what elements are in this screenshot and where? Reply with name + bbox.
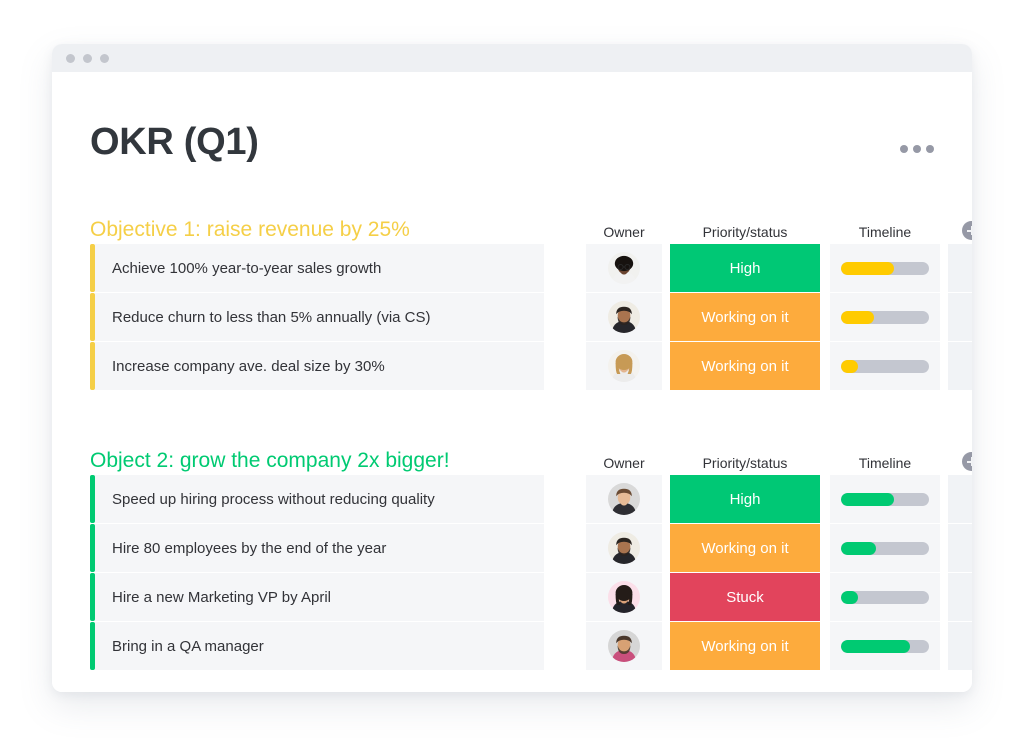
row-owner-cell[interactable]	[586, 622, 662, 670]
group-title[interactable]: Object 2: grow the company 2x bigger!	[90, 449, 450, 473]
timeline-progress-fill	[841, 541, 877, 555]
column-header-status[interactable]: Priority/status	[670, 455, 820, 471]
row-task-name[interactable]: Reduce churn to less than 5% annually (v…	[95, 293, 544, 341]
row-owner-cell[interactable]	[586, 475, 662, 523]
timeline-progress-fill	[841, 492, 894, 506]
row-task-name[interactable]: Speed up hiring process without reducing…	[95, 475, 544, 523]
kebab-dot	[900, 145, 908, 153]
row-timeline-cell[interactable]	[830, 244, 940, 292]
timeline-progress-fill	[841, 261, 894, 275]
row-timeline-cell[interactable]	[830, 293, 940, 341]
group-2: Object 2: grow the company 2x bigger! Own…	[90, 441, 972, 671]
row-owner-cell[interactable]	[586, 524, 662, 572]
row-task-name[interactable]: Achieve 100% year-to-year sales growth	[95, 244, 544, 292]
kebab-menu-icon[interactable]	[900, 145, 934, 153]
add-column-icon[interactable]	[962, 221, 972, 240]
column-header-owner[interactable]: Owner	[586, 455, 662, 471]
row-timeline-cell[interactable]	[830, 524, 940, 572]
row-timeline-cell[interactable]	[830, 622, 940, 670]
row-task-name[interactable]: Bring in a QA manager	[95, 622, 544, 670]
timeline-progress-track[interactable]	[841, 541, 929, 555]
avatar[interactable]	[608, 581, 640, 613]
timeline-progress-track[interactable]	[841, 590, 929, 604]
table-row[interactable]: Hire a new Marketing VP by April Stuck	[90, 573, 972, 621]
avatar[interactable]	[608, 350, 640, 382]
timeline-progress-fill	[841, 359, 858, 373]
window-chrome-bar	[52, 44, 972, 72]
row-empty-cell[interactable]	[948, 524, 972, 572]
avatar[interactable]	[608, 630, 640, 662]
row-empty-cell[interactable]	[948, 573, 972, 621]
timeline-progress-fill	[841, 310, 875, 324]
table-row[interactable]: Achieve 100% year-to-year sales growth Hi…	[90, 244, 972, 292]
timeline-progress-track[interactable]	[841, 261, 929, 275]
timeline-progress-fill	[841, 639, 910, 653]
table-row[interactable]: Reduce churn to less than 5% annually (v…	[90, 293, 972, 341]
row-empty-cell[interactable]	[948, 342, 972, 390]
column-header-timeline[interactable]: Timeline	[830, 455, 940, 471]
window-dot-close[interactable]	[66, 53, 75, 63]
avatar[interactable]	[608, 532, 640, 564]
timeline-progress-track[interactable]	[841, 359, 929, 373]
column-header-status[interactable]: Priority/status	[670, 224, 820, 240]
row-owner-cell[interactable]	[586, 293, 662, 341]
timeline-progress-track[interactable]	[841, 639, 929, 653]
kebab-dot	[913, 145, 921, 153]
timeline-progress-track[interactable]	[841, 310, 929, 324]
status-badge[interactable]: Working on it	[670, 342, 820, 390]
row-owner-cell[interactable]	[586, 244, 662, 292]
avatar[interactable]	[608, 483, 640, 515]
board-body: OKR (Q1) Objective 1: raise revenue by 2…	[52, 72, 972, 692]
add-column-icon[interactable]	[962, 452, 972, 471]
group-title[interactable]: Objective 1: raise revenue by 25%	[90, 218, 410, 242]
row-owner-cell[interactable]	[586, 573, 662, 621]
row-empty-cell[interactable]	[948, 244, 972, 292]
row-timeline-cell[interactable]	[830, 342, 940, 390]
row-empty-cell[interactable]	[948, 622, 972, 670]
table-row[interactable]: Increase company ave. deal size by 30% Wo…	[90, 342, 972, 390]
status-badge[interactable]: High	[670, 244, 820, 292]
timeline-progress-track[interactable]	[841, 492, 929, 506]
page-title: OKR (Q1)	[90, 121, 259, 163]
group-header-row: Objective 1: raise revenue by 25% Owner Pr…	[90, 210, 972, 244]
status-badge[interactable]: Working on it	[670, 293, 820, 341]
row-task-name[interactable]: Hire 80 employees by the end of the year	[95, 524, 544, 572]
group-header-row: Object 2: grow the company 2x bigger! Own…	[90, 441, 972, 475]
screenshot-root: OKR (Q1) Objective 1: raise revenue by 2…	[0, 0, 1024, 754]
row-owner-cell[interactable]	[586, 342, 662, 390]
table-row[interactable]: Hire 80 employees by the end of the year…	[90, 524, 972, 572]
status-badge[interactable]: Stuck	[670, 573, 820, 621]
table-row[interactable]: Bring in a QA manager Working on it	[90, 622, 972, 670]
row-timeline-cell[interactable]	[830, 573, 940, 621]
group-1: Objective 1: raise revenue by 25% Owner Pr…	[90, 210, 972, 391]
table-row[interactable]: Speed up hiring process without reducing…	[90, 475, 972, 523]
avatar[interactable]	[608, 252, 640, 284]
window-dot-maximize[interactable]	[100, 53, 109, 63]
avatar[interactable]	[608, 301, 640, 333]
browser-window: OKR (Q1) Objective 1: raise revenue by 2…	[52, 44, 972, 692]
status-badge[interactable]: Working on it	[670, 524, 820, 572]
row-task-name[interactable]: Hire a new Marketing VP by April	[95, 573, 544, 621]
row-timeline-cell[interactable]	[830, 475, 940, 523]
column-header-owner[interactable]: Owner	[586, 224, 662, 240]
column-header-timeline[interactable]: Timeline	[830, 224, 940, 240]
row-task-name[interactable]: Increase company ave. deal size by 30%	[95, 342, 544, 390]
window-dot-minimize[interactable]	[83, 53, 92, 63]
timeline-progress-fill	[841, 590, 858, 604]
row-empty-cell[interactable]	[948, 475, 972, 523]
row-empty-cell[interactable]	[948, 293, 972, 341]
status-badge[interactable]: High	[670, 475, 820, 523]
kebab-dot	[926, 145, 934, 153]
status-badge[interactable]: Working on it	[670, 622, 820, 670]
